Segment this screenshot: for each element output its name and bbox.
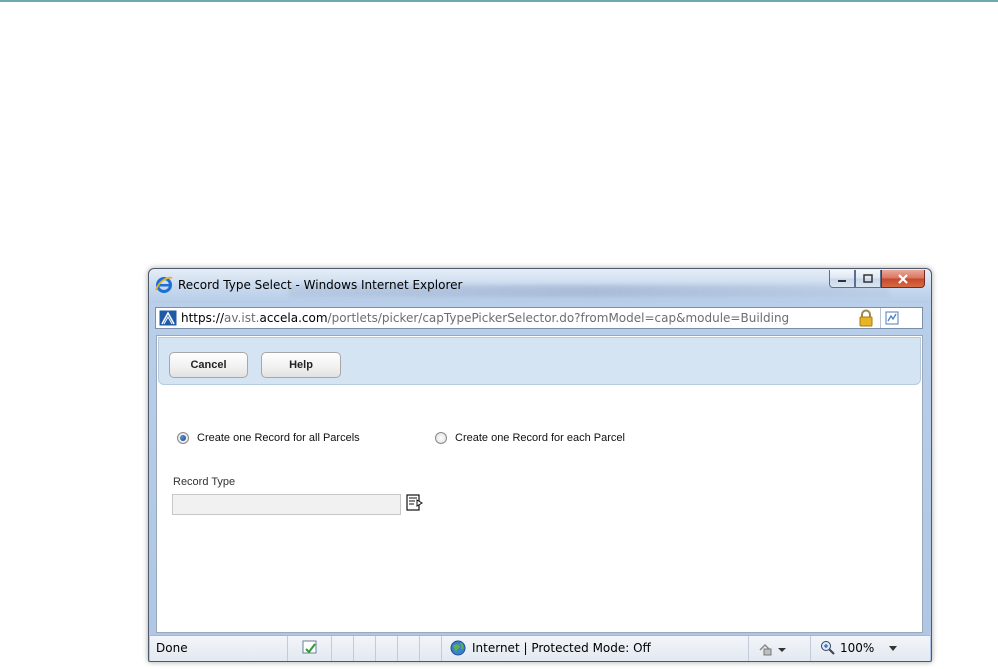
record-type-label: Record Type xyxy=(173,476,236,488)
status-cell-divider xyxy=(748,636,749,661)
zoom-level[interactable]: 100% xyxy=(840,641,874,655)
top-divider xyxy=(0,0,998,2)
status-cell-5 xyxy=(420,636,442,661)
url-scheme: https:// xyxy=(181,311,225,325)
help-button[interactable]: Help xyxy=(261,352,341,378)
option-each-parcel[interactable]: Create one Record for each Parcel xyxy=(435,432,625,444)
address-bar[interactable]: https://av.ist.accela.com/portlets/picke… xyxy=(155,307,923,329)
internet-explorer-icon xyxy=(155,276,173,293)
window-title: Record Type Select - Windows Internet Ex… xyxy=(178,278,463,292)
status-cell-page xyxy=(288,636,332,661)
status-cell-4 xyxy=(398,636,420,661)
minimize-icon xyxy=(838,279,846,282)
radio-each-parcel[interactable] xyxy=(435,432,447,444)
cancel-button[interactable]: Cancel xyxy=(169,352,248,378)
record-type-picker-icon[interactable] xyxy=(406,494,424,512)
radio-each-parcel-label: Create one Record for each Parcel xyxy=(455,432,625,444)
maximize-button[interactable] xyxy=(855,270,881,288)
option-all-parcels[interactable]: Create one Record for all Parcels xyxy=(177,432,360,444)
status-bar: Done Internet | Protected Mode: Off 100% xyxy=(150,635,930,661)
status-cell-3 xyxy=(376,636,398,661)
security-zone-text[interactable]: Internet | Protected Mode: Off xyxy=(472,641,651,655)
title-bar[interactable]: Record Type Select - Windows Internet Ex… xyxy=(149,269,931,303)
close-icon xyxy=(898,273,908,284)
record-type-field[interactable] xyxy=(172,494,401,515)
page-status-icon[interactable] xyxy=(302,640,318,656)
internet-zone-globe-icon xyxy=(450,640,466,656)
status-cell-main xyxy=(150,636,288,661)
status-cell-2 xyxy=(354,636,376,661)
zoom-icon[interactable] xyxy=(820,640,836,656)
ie-window: Record Type Select - Windows Internet Ex… xyxy=(148,268,932,662)
url-path: /portlets/picker/capTypePickerSelector.d… xyxy=(327,311,790,325)
url-host-prefix: av.ist. xyxy=(224,311,260,325)
zoom-dropdown-chevron-down-icon[interactable] xyxy=(888,645,898,653)
url-host: accela.com xyxy=(259,311,328,325)
radio-all-parcels-label: Create one Record for all Parcels xyxy=(197,432,360,444)
radio-all-parcels[interactable] xyxy=(177,432,189,444)
site-favicon-icon xyxy=(159,310,177,326)
page-content: Cancel Help Create one Record for all Pa… xyxy=(156,335,923,633)
lock-icon[interactable] xyxy=(858,309,874,327)
status-cell-1 xyxy=(332,636,354,661)
action-toolbar: Cancel Help xyxy=(158,337,921,385)
maximize-icon xyxy=(863,274,873,283)
status-cell-divider-2 xyxy=(810,636,811,661)
protected-mode-dropdown-icon[interactable] xyxy=(758,641,788,657)
url-text[interactable]: https://av.ist.accela.com/portlets/picke… xyxy=(181,311,789,325)
compatibility-view-button[interactable] xyxy=(880,308,902,328)
minimize-button[interactable] xyxy=(829,270,855,288)
caption-buttons xyxy=(829,270,925,289)
close-button[interactable] xyxy=(881,270,925,288)
compatibility-view-icon xyxy=(885,311,898,325)
